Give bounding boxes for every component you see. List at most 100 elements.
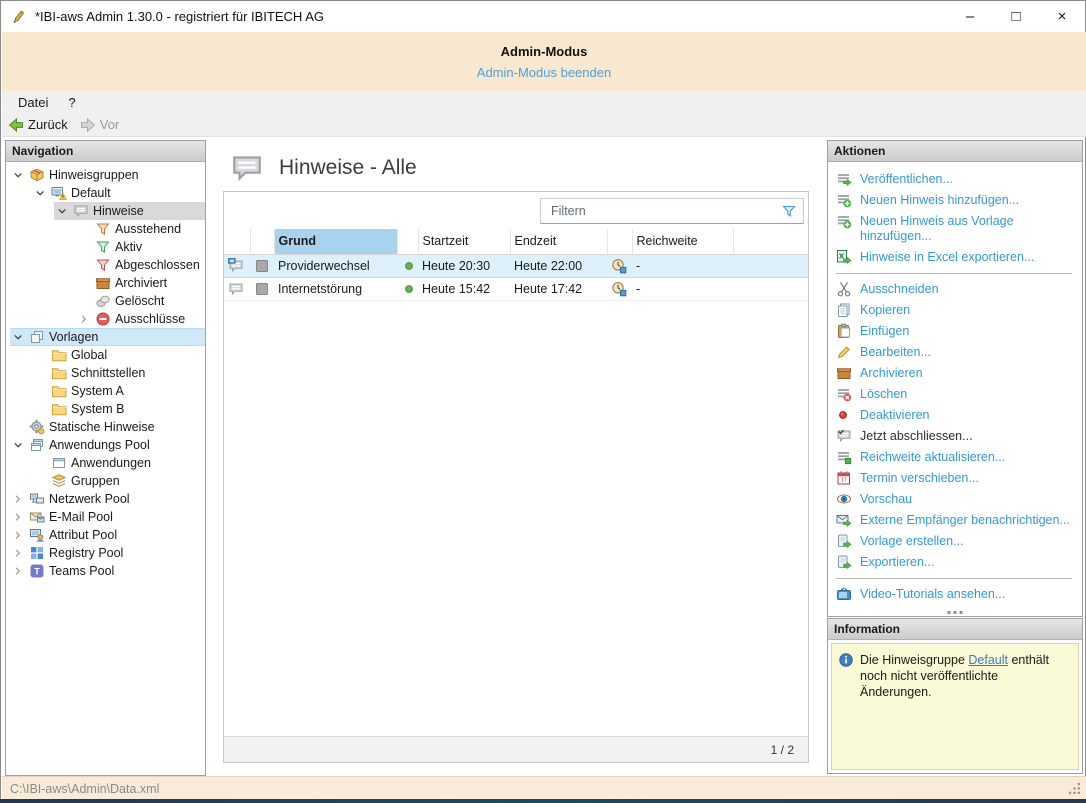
chevron-expanded-icon[interactable] [56, 205, 69, 218]
table-header-col-endzeit[interactable]: Endzeit [510, 229, 608, 255]
nav-item-registry-pool[interactable]: Registry Pool [6, 544, 205, 562]
actions-overflow-handle[interactable] [947, 611, 963, 614]
information-default-link[interactable]: Default [968, 653, 1008, 667]
chevron-collapsed-icon[interactable] [12, 493, 25, 506]
action-vorschau[interactable]: Vorschau [834, 489, 1078, 510]
notes-icon [73, 203, 89, 219]
filter-input[interactable] [541, 199, 779, 223]
window-title: *IBI-aws Admin 1.30.0 - registriert für … [35, 9, 324, 24]
delete-icon [836, 386, 852, 402]
nav-item-global[interactable]: Global [6, 346, 205, 364]
chevron-expanded-icon[interactable] [34, 187, 47, 200]
table-header-col-grund[interactable]: Grund [274, 229, 398, 255]
table-header-col-startzeit[interactable]: Startzeit [418, 229, 511, 255]
table-header-col-reichweite[interactable]: Reichweite [632, 229, 734, 255]
chevron-collapsed-icon[interactable] [12, 547, 25, 560]
table-row-providerwechsel[interactable]: Providerwechsel Heute 20:30 Heute 22:00- [224, 253, 808, 278]
static-gear-icon [29, 419, 45, 435]
action-reichweite-aktualisieren[interactable]: Reichweite aktualisieren... [834, 447, 1078, 468]
chevron-expanded-icon[interactable] [12, 439, 25, 452]
forward-button[interactable]: Vor [74, 113, 126, 136]
nav-item-schnittstellen[interactable]: Schnittstellen [6, 364, 205, 382]
email-icon [29, 509, 45, 525]
nav-item-gel-scht[interactable]: Gelöscht [6, 292, 205, 310]
chevron-collapsed-icon[interactable] [12, 529, 25, 542]
action-archivieren[interactable]: Archivieren [834, 363, 1078, 384]
action-label: Externe Empfänger benachrichtigen... [860, 513, 1070, 527]
nav-item-ausschl-sse[interactable]: Ausschlüsse [6, 310, 205, 328]
funnel-orange-icon [95, 221, 111, 237]
action-exportieren[interactable]: Exportieren... [834, 552, 1078, 573]
table-row-internetst-rung[interactable]: Internetstörung Heute 15:42 Heute 17:42 - [224, 277, 808, 301]
back-button-label: Zurück [28, 117, 68, 132]
nav-item-system-b[interactable]: System B [6, 400, 205, 418]
nav-item-abgeschlossen[interactable]: Abgeschlossen [6, 256, 205, 274]
maximize-button[interactable]: □ [993, 1, 1039, 32]
nav-item-gruppen[interactable]: Gruppen [6, 472, 205, 490]
action-termin-verschieben[interactable]: 17 Termin verschieben... [834, 468, 1078, 489]
archive-box-icon [95, 275, 111, 291]
minimize-button[interactable]: – [947, 1, 993, 32]
action-externe-empf-nger-benachrichtigen[interactable]: Externe Empfänger benachrichtigen... [834, 510, 1078, 531]
action-deaktivieren[interactable]: Deaktivieren [834, 405, 1078, 426]
action-l-schen[interactable]: Löschen [834, 384, 1078, 405]
resize-grip-icon[interactable] [1069, 783, 1083, 797]
action-vorlage-erstellen[interactable]: Vorlage erstellen... [834, 531, 1078, 552]
nav-item-e-mail-pool[interactable]: E-Mail Pool [6, 508, 205, 526]
close-button[interactable]: × [1039, 1, 1085, 32]
chevron-expanded-icon[interactable] [12, 331, 25, 344]
action-ausschneiden[interactable]: Ausschneiden [834, 279, 1078, 300]
nav-item-system-a[interactable]: System A [6, 382, 205, 400]
action-bearbeiten[interactable]: Bearbeiten... [834, 342, 1078, 363]
action-einf-gen[interactable]: Einfügen [834, 321, 1078, 342]
filter-funnel-icon[interactable] [779, 203, 799, 219]
nav-item-default[interactable]: Default [6, 184, 205, 202]
app-pool-icon [29, 437, 45, 453]
nav-item-aktiv[interactable]: Aktiv [6, 238, 205, 256]
menu-item-help[interactable]: ? [58, 91, 85, 113]
action-neuen-hinweis-aus-vorlage-hinzuf-gen[interactable]: Neuen Hinweis aus Vorlage hinzufügen... [834, 211, 1078, 247]
calendar-move-icon: 17 [836, 470, 852, 486]
nav-item-ausstehend[interactable]: Ausstehend [6, 220, 205, 238]
admin-mode-exit-link[interactable]: Admin-Modus beenden [477, 65, 611, 80]
forward-arrow-icon [80, 117, 96, 133]
cell-grund: Providerwechsel [274, 253, 397, 278]
action-video-tutorials-ansehen[interactable]: Video-Tutorials ansehen... [834, 584, 1078, 605]
nav-item-teams-pool[interactable]: T Teams Pool [6, 562, 205, 580]
action-hinweise-in-excel-exportieren[interactable]: Hinweise in Excel exportieren... [834, 247, 1078, 268]
filter-row [224, 192, 808, 229]
reach-update-icon [836, 449, 852, 465]
nav-item-hinweisgruppen[interactable]: Hinweisgruppen [6, 166, 205, 184]
chevron-expanded-icon[interactable] [12, 169, 25, 182]
nav-item-anwendungen[interactable]: Anwendungen [6, 454, 205, 472]
menu-item-datei[interactable]: Datei [8, 91, 58, 113]
nav-item-vorlagen[interactable]: Vorlagen [6, 328, 205, 346]
nav-item-anwendungs-pool[interactable]: Anwendungs Pool [6, 436, 205, 454]
action-ver-ffentlichen[interactable]: Veröffentlichen... [834, 169, 1078, 190]
back-button[interactable]: Zurück [2, 113, 74, 136]
nav-item-archiviert[interactable]: Archiviert [6, 274, 205, 292]
nav-item-hinweise[interactable]: Hinweise [6, 202, 205, 220]
forward-button-label: Vor [99, 117, 120, 132]
chevron-collapsed-icon[interactable] [78, 313, 91, 326]
action-neuen-hinweis-hinzuf-gen[interactable]: Neuen Hinweis hinzufügen... [834, 190, 1078, 211]
nav-item-netzwerk-pool[interactable]: Netzwerk Pool [6, 490, 205, 508]
actions-separator [836, 273, 1072, 274]
chevron-collapsed-icon[interactable] [12, 511, 25, 524]
nav-item-statische-hinweise[interactable]: Statische Hinweise [6, 418, 205, 436]
action-kopieren[interactable]: Kopieren [834, 300, 1078, 321]
table-empty-area [224, 301, 808, 737]
cell-filler [733, 277, 808, 301]
table-header-col-status [397, 229, 419, 255]
chevron-collapsed-icon[interactable] [12, 565, 25, 578]
note-add-icon [836, 213, 852, 229]
action-label: Vorlage erstellen... [860, 534, 964, 548]
reach-clock-icon [611, 258, 627, 274]
nav-item-label: Gelöscht [115, 294, 165, 308]
nav-item-attribut-pool[interactable]: Attribut Pool [6, 526, 205, 544]
nav-item-label: Statische Hinweise [49, 420, 155, 434]
action-jetzt-abschliessen[interactable]: Jetzt abschliessen... [834, 426, 1078, 447]
